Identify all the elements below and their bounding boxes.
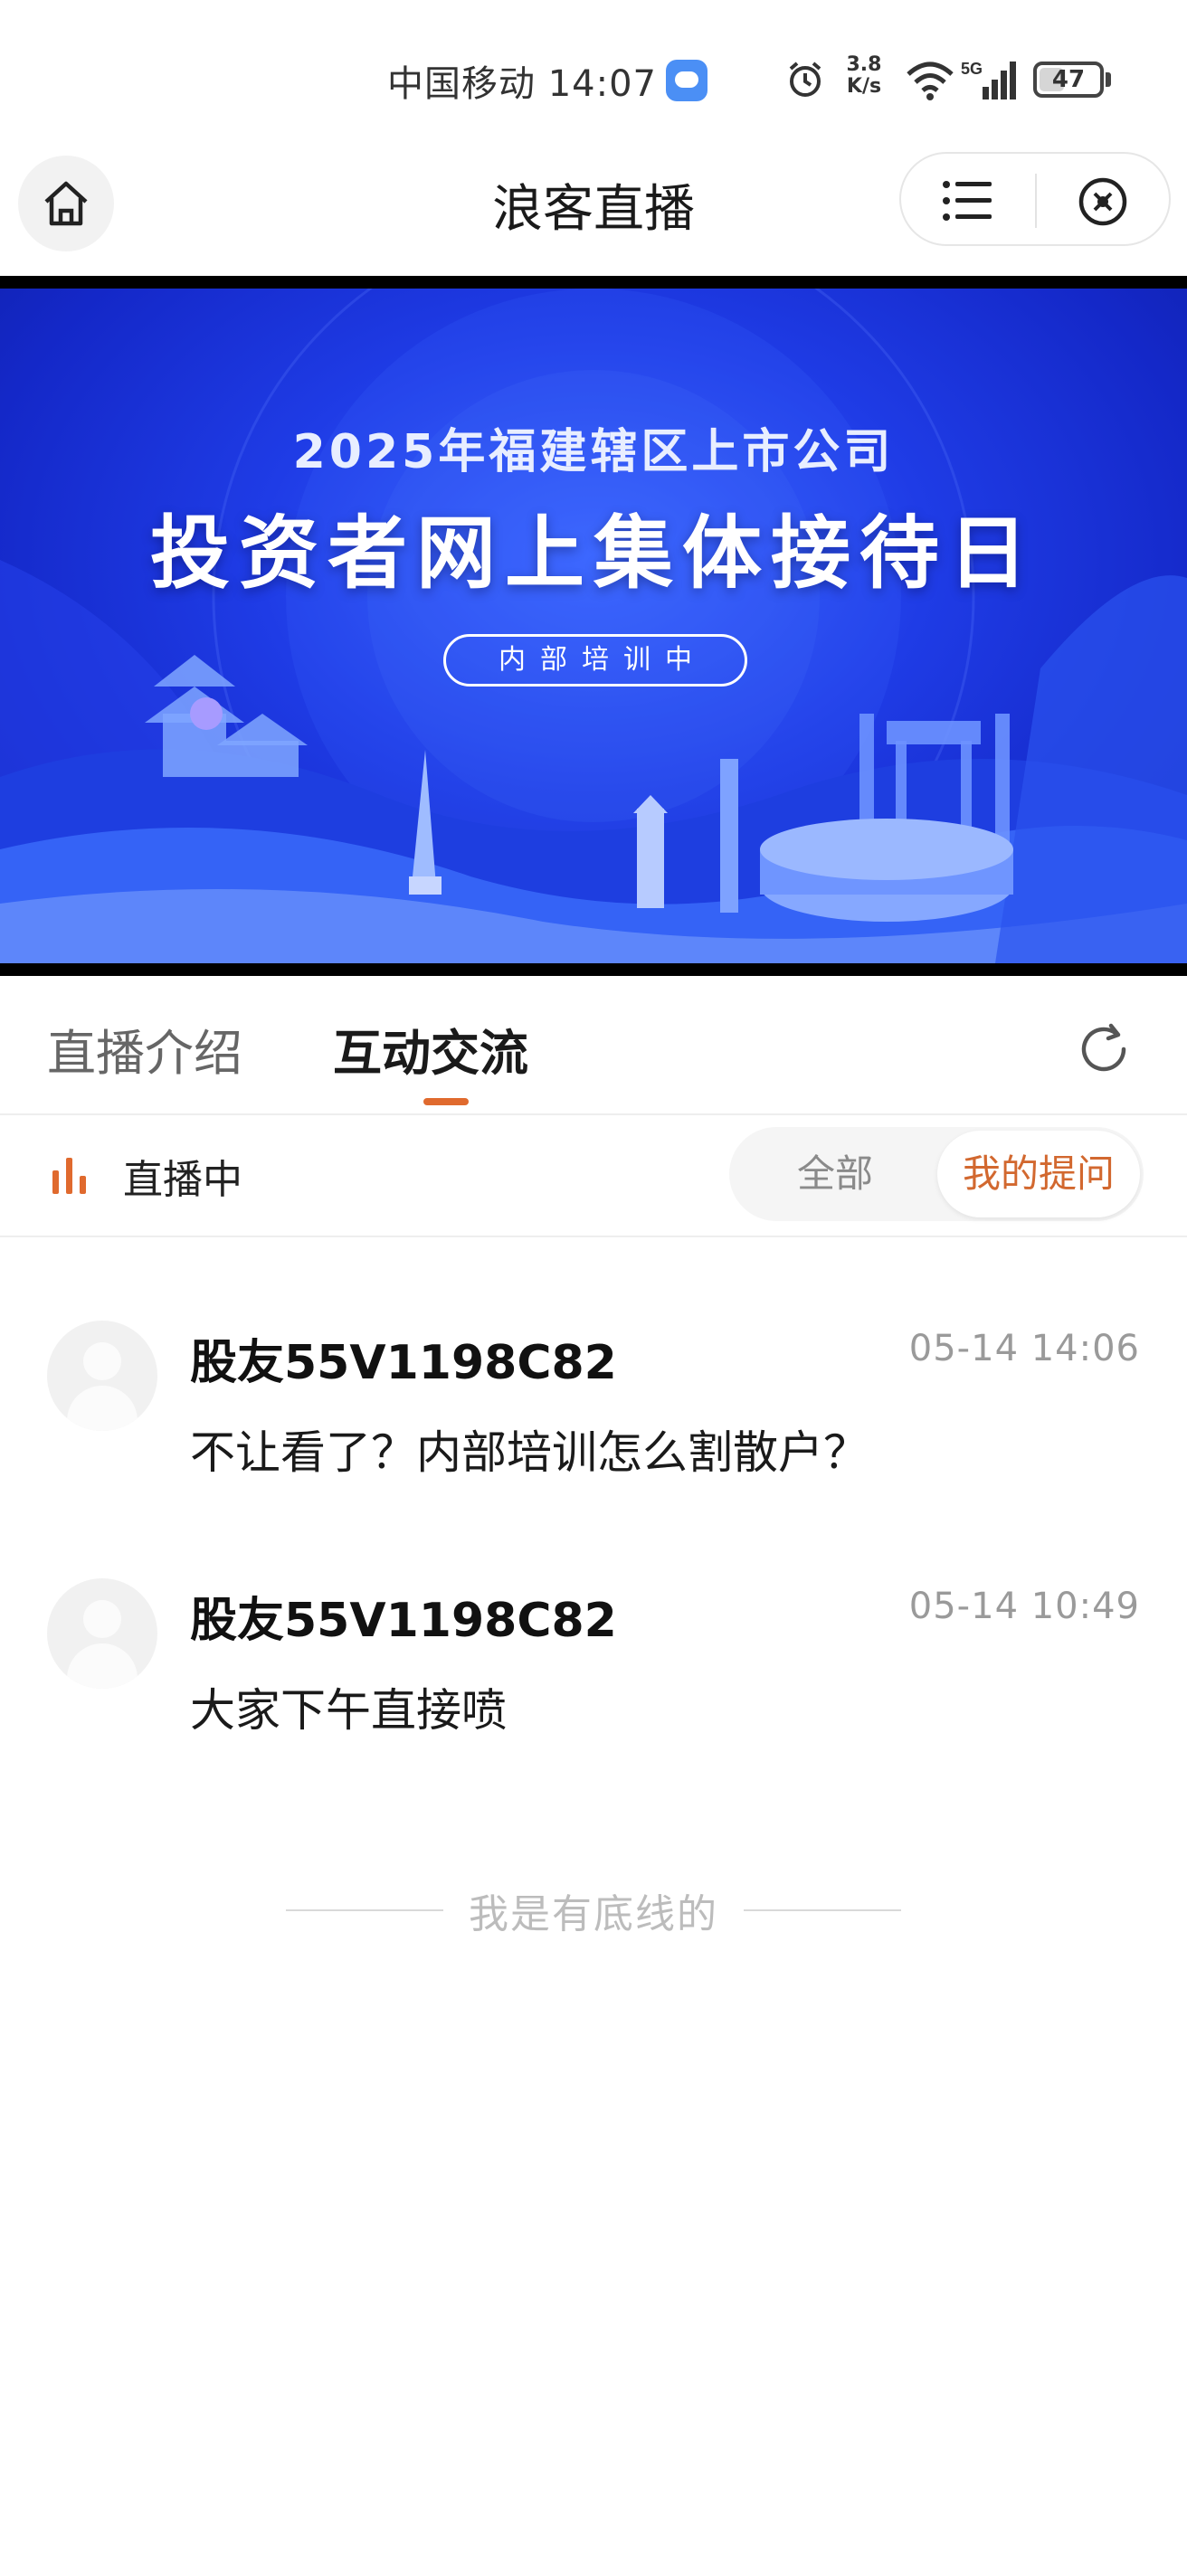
close-icon[interactable] xyxy=(1077,175,1129,228)
live-video-player[interactable]: 2025年福建辖区上市公司 投资者网上集体接待日 内部培训中 xyxy=(0,276,1187,976)
message-notification-icon xyxy=(666,60,707,101)
wifi-icon xyxy=(907,62,954,100)
banner-year-line: 2025年福建辖区上市公司 xyxy=(292,425,895,479)
signal-5g-icon: 5G xyxy=(961,60,1016,99)
live-bars-icon xyxy=(52,1158,86,1194)
divider xyxy=(0,1113,1187,1115)
end-of-list-footer: 我是有底线的 xyxy=(0,1881,1187,1937)
live-status-label: 直播中 xyxy=(123,1157,242,1203)
network-speed: 3.8 K/s xyxy=(841,54,887,98)
svg-text:5G: 5G xyxy=(961,60,983,78)
battery-tip xyxy=(1106,72,1111,87)
battery-icon: 47 xyxy=(1033,62,1104,98)
refresh-icon[interactable] xyxy=(1075,1020,1133,1078)
status-bar: 中国移动 14:07 3.8 K/s 5G 47 xyxy=(0,0,1187,154)
comment-item: 股友55V1198C82 05-14 10:49 大家下午直接喷 xyxy=(0,1578,1187,1759)
tab-live-intro[interactable]: 直播介绍 xyxy=(47,1013,242,1084)
comment-username: 股友55V1198C82 xyxy=(190,1594,617,1648)
carrier-time: 中国移动 14:07 xyxy=(387,63,657,105)
battery-level: 47 xyxy=(1051,66,1086,93)
banner-image: 2025年福建辖区上市公司 投资者网上集体接待日 内部培训中 xyxy=(0,289,1187,963)
banner-status-pill: 内部培训中 xyxy=(443,634,747,687)
comment-username: 股友55V1198C82 xyxy=(190,1336,617,1390)
comment-text: 大家下午直接喷 xyxy=(190,1684,507,1737)
comment-time: 05-14 10:49 xyxy=(908,1586,1140,1627)
banner-title: 投资者网上集体接待日 xyxy=(149,507,1037,600)
banner-artwork xyxy=(0,289,1187,963)
capsule-divider xyxy=(1035,174,1037,228)
miniapp-capsule xyxy=(899,152,1171,246)
avatar xyxy=(47,1578,157,1689)
network-speed-value: 3.8 K/s xyxy=(846,53,882,98)
question-filter-toggle: 全部 我的提问 xyxy=(729,1127,1144,1221)
active-tab-indicator xyxy=(423,1098,469,1105)
alarm-icon xyxy=(789,62,821,97)
avatar xyxy=(47,1321,157,1431)
comment-time: 05-14 14:06 xyxy=(908,1328,1140,1369)
end-of-list-text: 我是有底线的 xyxy=(469,1891,718,1937)
divider xyxy=(0,1236,1187,1237)
footer-line-right xyxy=(744,1909,901,1911)
comment-item: 股友55V1198C82 05-14 14:06 不让看了？内部培训怎么割散户？ xyxy=(0,1321,1187,1501)
filter-all-button[interactable]: 全部 xyxy=(729,1127,941,1221)
menu-icon[interactable] xyxy=(941,177,995,224)
filter-my-questions-button[interactable]: 我的提问 xyxy=(937,1131,1140,1217)
tab-interaction[interactable]: 互动交流 xyxy=(333,1013,528,1084)
comment-text: 不让看了？内部培训怎么割散户？ xyxy=(190,1426,869,1479)
